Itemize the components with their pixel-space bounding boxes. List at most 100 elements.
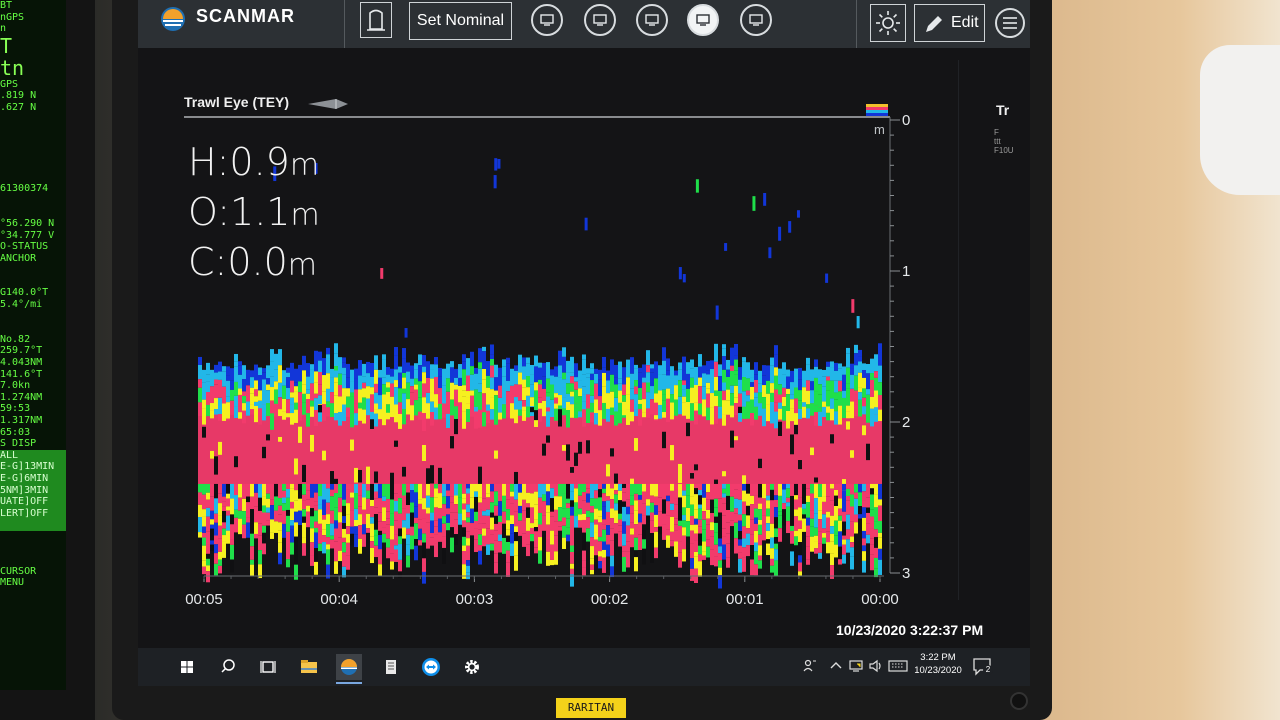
echo-cell — [242, 365, 246, 380]
echo-cell — [662, 360, 666, 375]
echo-cell — [830, 565, 834, 579]
echo-cell — [562, 517, 566, 526]
power-button[interactable] — [1010, 692, 1028, 710]
echo-cell — [446, 508, 450, 515]
echo-cell — [250, 377, 254, 388]
echo-cell — [466, 565, 470, 573]
echo-cell — [670, 394, 674, 403]
echo-cell — [634, 380, 638, 387]
echo-cell — [282, 411, 286, 420]
echo-cell — [270, 361, 274, 377]
echo-cell — [694, 509, 698, 519]
echo-cell — [522, 400, 526, 407]
echo-cell — [850, 483, 854, 495]
teamviewer-button[interactable] — [418, 654, 444, 680]
echo-cell — [594, 383, 598, 400]
chevron-up-icon[interactable] — [830, 660, 842, 670]
echo-cell — [338, 522, 342, 538]
echo-cell — [574, 452, 578, 466]
echo-cell — [702, 497, 706, 512]
echo-cell — [390, 499, 394, 514]
echo-cell — [798, 408, 802, 419]
echo-cell — [270, 499, 274, 506]
echo-cell — [762, 385, 766, 398]
echo-cell — [702, 555, 706, 560]
file-explorer-button[interactable] — [296, 654, 322, 680]
task-view-button[interactable] — [255, 654, 281, 680]
echo-cell — [826, 412, 830, 421]
echo-cell — [862, 363, 866, 371]
echo-cell — [526, 507, 530, 518]
echo-cell — [318, 496, 322, 505]
echo-cell — [514, 409, 518, 424]
echo-cell — [646, 515, 650, 530]
readout-unit: m — [290, 198, 320, 233]
echo-cell — [454, 406, 458, 421]
echo-cell — [642, 503, 646, 511]
echo-cell — [322, 529, 326, 536]
notifications-button[interactable]: 2 — [972, 656, 993, 676]
echo-cell — [666, 375, 670, 389]
echo-cell — [410, 386, 414, 393]
echo-cell — [666, 358, 670, 371]
echo-cell — [466, 403, 470, 410]
echo-cell — [230, 524, 234, 540]
echo-cell — [786, 376, 790, 389]
echo-cell — [622, 492, 626, 502]
echo-cell — [546, 362, 550, 379]
app-list-button[interactable] — [378, 654, 404, 680]
echo-cell — [222, 371, 226, 387]
echo-cell — [650, 547, 654, 563]
echo-cell — [602, 367, 606, 373]
windows-start-button[interactable] — [174, 654, 200, 680]
settings-button[interactable] — [459, 654, 485, 680]
echo-cell — [774, 411, 778, 429]
echo-cell — [502, 404, 506, 419]
echo-cell — [470, 351, 474, 367]
echo-cell — [350, 439, 354, 451]
echo-cell — [302, 500, 306, 510]
echo-cell — [786, 502, 790, 507]
echo-cell — [730, 385, 734, 394]
echo-cell — [790, 434, 794, 455]
echo-cell — [698, 533, 702, 546]
echo-cell — [278, 542, 282, 553]
y-tick-label: 2 — [902, 414, 910, 431]
echo-cell — [846, 353, 850, 368]
echo-cell — [218, 371, 222, 380]
echo-cell — [470, 523, 474, 536]
echo-cell — [586, 488, 590, 494]
echo-cell — [854, 514, 858, 523]
people-icon[interactable] — [802, 658, 818, 674]
echo-cell — [654, 547, 658, 559]
echo-cell — [734, 489, 738, 499]
echo-cell — [326, 373, 330, 389]
echo-cell — [646, 505, 650, 516]
search-button[interactable] — [215, 654, 241, 680]
echo-cell — [618, 531, 622, 547]
left-monitor-line — [0, 264, 66, 276]
echo-cell — [306, 398, 310, 414]
echo-cell — [574, 516, 578, 528]
echo-cell — [226, 366, 230, 376]
scanmar-app-button[interactable] — [336, 654, 362, 684]
echo-cell — [586, 528, 590, 542]
echo-cell — [262, 505, 266, 513]
echo-cell — [518, 372, 522, 385]
network-icon[interactable] — [848, 658, 864, 674]
echo-cell — [814, 498, 818, 514]
keyboard-icon[interactable] — [888, 658, 908, 674]
echo-cell — [662, 389, 666, 395]
echo-cell — [682, 490, 686, 496]
echo-cell — [266, 520, 270, 526]
echo-cell — [722, 544, 726, 560]
taskbar-clock[interactable]: 3:22 PM 10/23/2020 — [914, 651, 962, 677]
echo-cell — [578, 388, 582, 397]
echo-cell — [474, 520, 478, 529]
echo-cell — [606, 544, 610, 557]
readout-value: 0.9 — [229, 140, 290, 184]
speaker-icon[interactable] — [868, 658, 884, 674]
echo-cell — [786, 388, 790, 395]
echo-cell — [306, 389, 310, 394]
echo-cell — [310, 555, 314, 566]
